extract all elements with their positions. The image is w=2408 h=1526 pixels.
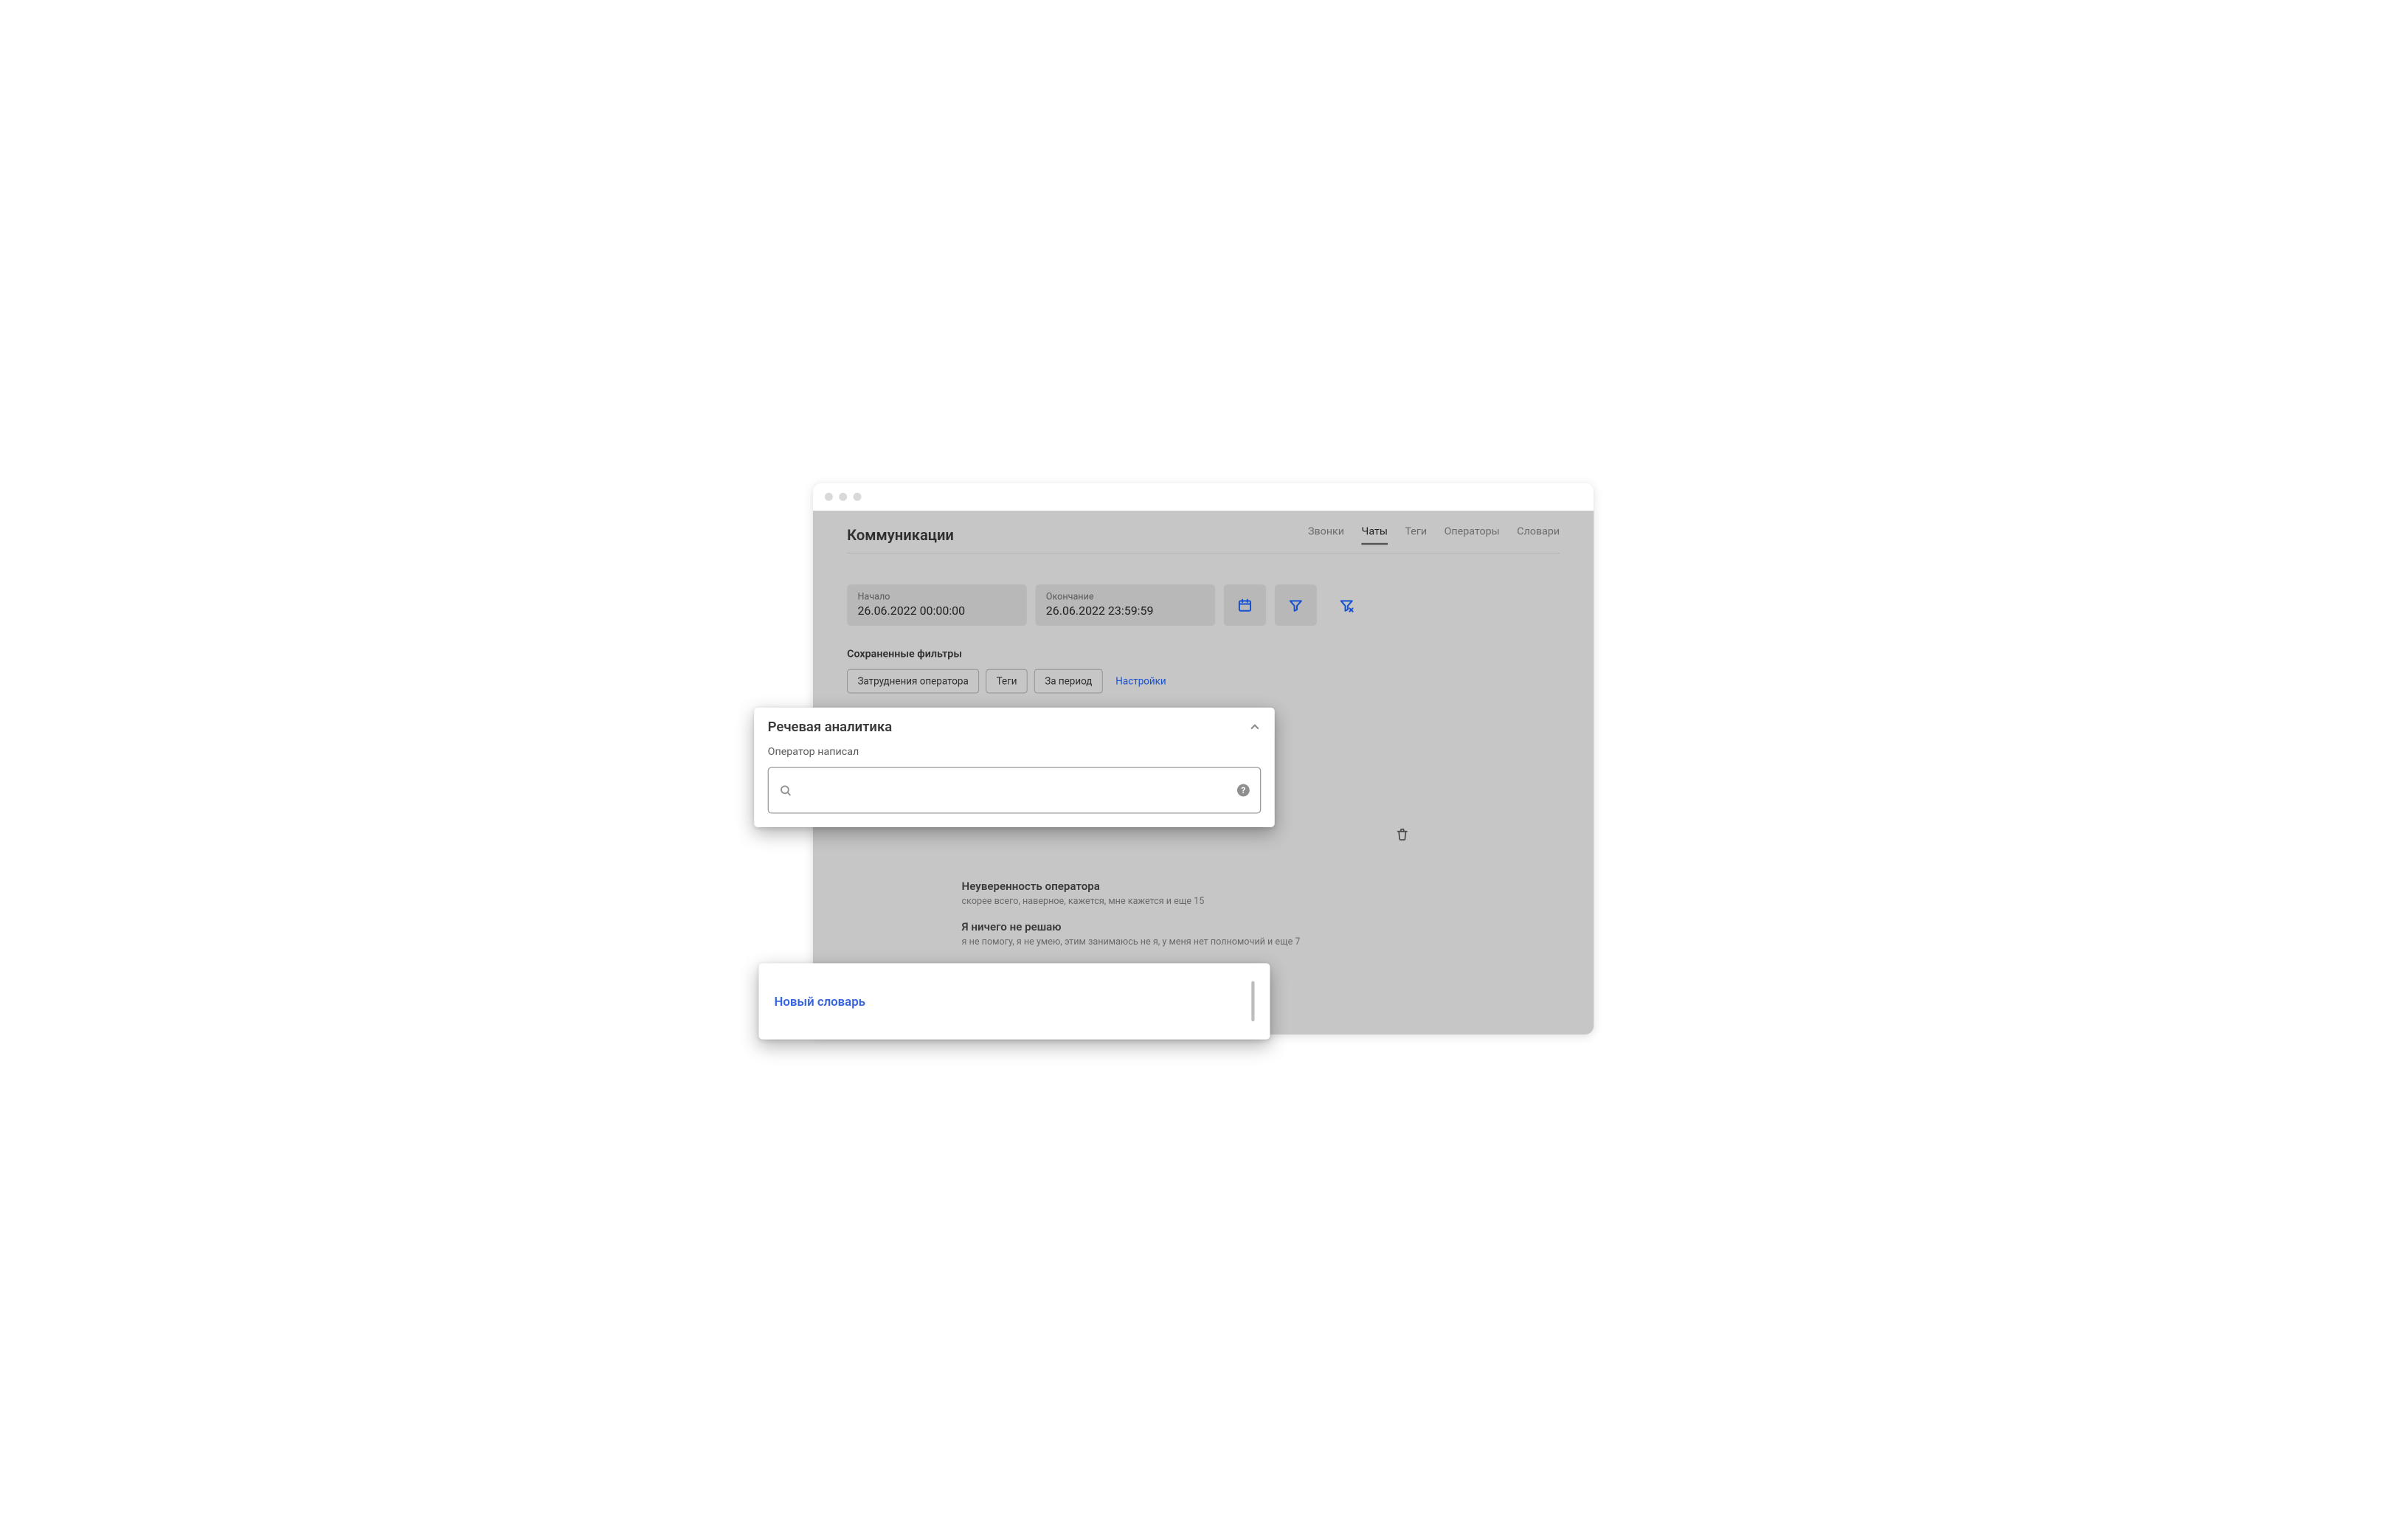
page-content: Коммуникации Звонки Чаты Теги Операторы …	[813, 511, 1594, 693]
operator-wrote-input[interactable]	[800, 784, 1228, 797]
dictionary-item-subtitle: скорее всего, наверное, кажется, мне каж…	[962, 896, 1383, 907]
saved-filter-chip[interactable]: Затруднения оператора	[847, 669, 979, 694]
date-filter-row: Начало 26.06.2022 00:00:00 Окончание 26.…	[847, 584, 1560, 626]
dictionary-item[interactable]: Неуверенность оператора скорее всего, на…	[962, 880, 1383, 907]
saved-filter-chip[interactable]: За период	[1034, 669, 1103, 694]
operator-wrote-label: Оператор написал	[768, 745, 1262, 758]
new-dictionary-link[interactable]: Новый словарь	[774, 994, 865, 1009]
saved-filters-label: Сохраненные фильтры	[847, 647, 1560, 660]
new-dictionary-panel: Новый словарь	[758, 963, 1270, 1039]
calendar-button[interactable]	[1224, 584, 1266, 626]
nav-tab-tags[interactable]: Теги	[1405, 525, 1427, 545]
window-titlebar	[813, 483, 1594, 511]
date-end-label: Окончание	[1046, 591, 1205, 602]
date-end-field[interactable]: Окончание 26.06.2022 23:59:59	[1036, 584, 1216, 626]
speech-analytics-panel: Речевая аналитика Оператор написал ?	[754, 708, 1275, 827]
dictionary-item-title: Я ничего не решаю	[962, 920, 1383, 933]
saved-filters-row: Затруднения оператора Теги За период Нас…	[847, 669, 1560, 694]
dictionary-item[interactable]: Я ничего не решаю я не помогу, я не умею…	[962, 920, 1383, 947]
saved-filters-settings-link[interactable]: Настройки	[1115, 675, 1166, 687]
window-dot-minimize[interactable]	[839, 493, 847, 501]
nav-tab-calls[interactable]: Звонки	[1308, 525, 1344, 545]
nav-tab-operators[interactable]: Операторы	[1445, 525, 1500, 545]
window-dot-zoom[interactable]	[854, 493, 862, 501]
nav-tab-chats[interactable]: Чаты	[1362, 525, 1388, 545]
delete-button[interactable]	[1396, 827, 1409, 840]
date-start-field[interactable]: Начало 26.06.2022 00:00:00	[847, 584, 1027, 626]
panel-scrollbar[interactable]	[1251, 981, 1254, 1022]
nav-tab-dictionaries[interactable]: Словари	[1517, 525, 1560, 545]
date-end-value: 26.06.2022 23:59:59	[1046, 604, 1205, 618]
filter-button[interactable]	[1275, 584, 1317, 626]
app-stage: Коммуникации Звонки Чаты Теги Операторы …	[699, 443, 1710, 1084]
window-dot-close[interactable]	[825, 493, 833, 501]
help-button[interactable]: ?	[1237, 784, 1250, 797]
filter-clear-icon	[1339, 598, 1354, 612]
saved-filter-chip[interactable]: Теги	[986, 669, 1027, 694]
chevron-up-icon	[1248, 720, 1261, 733]
page-title: Коммуникации	[847, 526, 954, 544]
search-icon	[779, 784, 792, 797]
filter-icon	[1288, 598, 1303, 612]
dictionary-item-title: Неуверенность оператора	[962, 880, 1383, 893]
trash-icon	[1396, 827, 1409, 840]
page-header: Коммуникации Звонки Чаты Теги Операторы …	[847, 525, 1560, 545]
date-start-label: Начало	[857, 591, 1016, 602]
speech-panel-title: Речевая аналитика	[768, 719, 893, 735]
clear-filter-button[interactable]	[1326, 584, 1368, 626]
calendar-icon	[1237, 598, 1252, 612]
date-start-value: 26.06.2022 00:00:00	[857, 604, 1016, 618]
nav-tabs: Звонки Чаты Теги Операторы Словари	[1308, 525, 1560, 545]
operator-wrote-search[interactable]: ?	[768, 767, 1262, 813]
collapse-button[interactable]	[1248, 720, 1261, 733]
dictionary-item-subtitle: я не помогу, я не умею, этим занимаюсь н…	[962, 936, 1383, 947]
